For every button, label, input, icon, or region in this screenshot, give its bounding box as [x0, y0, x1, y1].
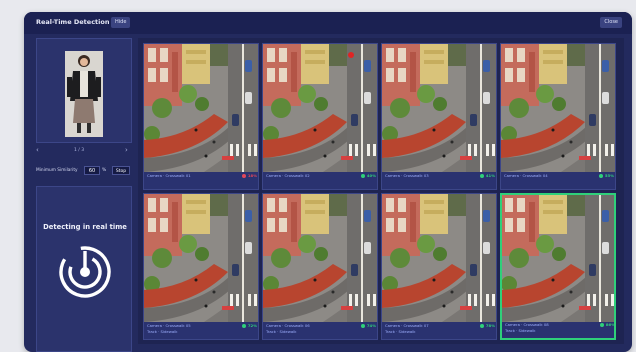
close-button[interactable]: Close — [600, 17, 622, 28]
camera-feed-image — [263, 44, 378, 172]
recording-indicator — [348, 52, 354, 58]
camera-tile[interactable]: Camera · Crosswalk 06 Track · Sidewalk 74% — [262, 193, 378, 340]
match-status-dot — [241, 323, 246, 328]
match-status-dot — [360, 323, 365, 328]
camera-name: Camera · Crosswalk 06 — [266, 323, 310, 328]
match-score: 55% — [598, 173, 614, 178]
camera-tile[interactable]: Camera · Crosswalk 05 Track · Sidewalk 72% — [143, 193, 259, 340]
match-score: 41% — [479, 173, 495, 178]
camera-track-label: Track · Sidewalk — [147, 329, 178, 334]
detecting-panel: Detecting in real time — [36, 186, 132, 352]
match-status-dot — [599, 322, 604, 327]
match-score-value: 41% — [485, 173, 495, 178]
camera-tile[interactable]: Camera · Crosswalk 08 Track · Sidewalk 86% — [500, 193, 616, 340]
camera-track-label: Track · Sidewalk — [266, 329, 297, 334]
camera-name: Camera · Crosswalk 01 — [147, 173, 191, 178]
radar-icon — [59, 246, 111, 298]
previous-icon[interactable]: ‹ — [36, 146, 39, 154]
camera-feed-image — [501, 194, 616, 322]
match-status-dot — [241, 173, 246, 178]
match-score-value: 40% — [366, 173, 376, 178]
match-score-value: 72% — [247, 323, 257, 328]
camera-caption: Camera · Crosswalk 04 55% — [504, 172, 614, 186]
match-status-dot — [360, 173, 365, 178]
match-score-value: 78% — [485, 323, 495, 328]
camera-name: Camera · Crosswalk 04 — [504, 173, 548, 178]
match-score: 86% — [599, 322, 615, 327]
camera-name: Camera · Crosswalk 05 — [147, 323, 191, 328]
camera-caption: Camera · Crosswalk 01 18% — [147, 172, 257, 186]
next-icon[interactable]: › — [125, 146, 128, 154]
title-bar: Real-Time Detection Hide Close — [24, 12, 632, 34]
camera-name: Camera · Crosswalk 08 — [505, 322, 549, 327]
camera-feed-image — [263, 194, 378, 322]
camera-tile[interactable]: Camera · Crosswalk 07 Track · Sidewalk 78% — [381, 193, 497, 340]
camera-name: Camera · Crosswalk 02 — [266, 173, 310, 178]
stop-button[interactable]: Stop — [112, 166, 130, 175]
reference-person-image — [65, 51, 103, 137]
camera-caption: Camera · Crosswalk 02 40% — [266, 172, 376, 186]
reference-image-panel — [36, 38, 132, 143]
match-score: 72% — [241, 323, 257, 328]
match-status-dot — [479, 173, 484, 178]
camera-tile[interactable]: Camera · Crosswalk 01 18% — [143, 43, 259, 190]
camera-name: Camera · Crosswalk 07 — [385, 323, 429, 328]
camera-tile[interactable]: Camera · Crosswalk 04 55% — [500, 43, 616, 190]
window-title: Real-Time Detection — [36, 18, 110, 26]
camera-feed-image — [501, 44, 616, 172]
match-score-value: 86% — [605, 322, 615, 327]
match-score: 74% — [360, 323, 376, 328]
similarity-input[interactable]: 60 — [84, 166, 100, 175]
camera-feed-image — [144, 194, 259, 322]
camera-feed-image — [144, 44, 259, 172]
match-score: 18% — [241, 173, 257, 178]
pager-indicator: 1 / 3 — [74, 148, 85, 153]
camera-caption: Camera · Crosswalk 06 Track · Sidewalk 74% — [266, 322, 376, 336]
camera-caption: Camera · Crosswalk 08 Track · Sidewalk 86% — [505, 321, 615, 335]
camera-track-label: Track · Sidewalk — [385, 329, 416, 334]
camera-tile[interactable]: Camera · Crosswalk 02 40% — [262, 43, 378, 190]
match-score-value: 74% — [366, 323, 376, 328]
similarity-row: Minimum Similarity 60 % Stop — [36, 164, 132, 178]
hide-button[interactable]: Hide — [111, 17, 131, 28]
detection-window: Real-Time Detection Hide Close ‹ 1 / 3 ›… — [24, 12, 632, 352]
match-score: 78% — [479, 323, 495, 328]
match-status-dot — [598, 173, 603, 178]
match-score: 40% — [360, 173, 376, 178]
camera-feed-image — [382, 44, 497, 172]
camera-caption: Camera · Crosswalk 03 41% — [385, 172, 495, 186]
camera-caption: Camera · Crosswalk 07 Track · Sidewalk 78% — [385, 322, 495, 336]
match-score-value: 18% — [247, 173, 257, 178]
match-score-value: 55% — [604, 173, 614, 178]
camera-grid: Camera · Crosswalk 01 18% Camera · Crosswa… — [138, 38, 624, 344]
camera-name: Camera · Crosswalk 03 — [385, 173, 429, 178]
camera-tile[interactable]: Camera · Crosswalk 03 41% — [381, 43, 497, 190]
similarity-label: Minimum Similarity — [36, 168, 78, 173]
similarity-unit: % — [102, 168, 107, 173]
match-status-dot — [479, 323, 484, 328]
detecting-status-text: Detecting in real time — [43, 223, 127, 231]
camera-feed-image — [382, 194, 497, 322]
camera-caption: Camera · Crosswalk 05 Track · Sidewalk 72% — [147, 322, 257, 336]
camera-track-label: Track · Sidewalk — [505, 328, 536, 333]
